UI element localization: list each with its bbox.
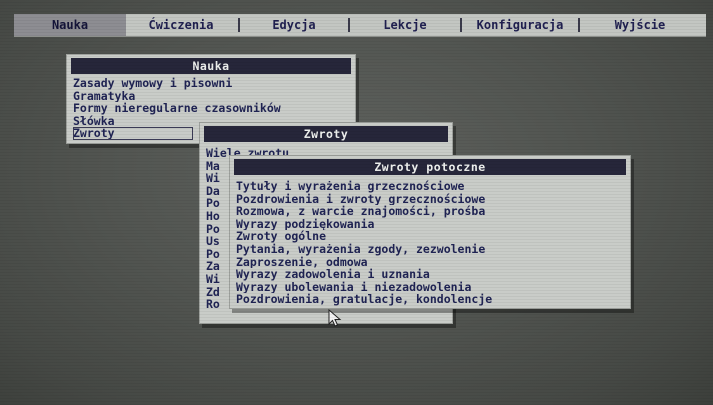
potoczne-option[interactable]: Rozmowa, z warcie znajomości, prośba [236,205,624,218]
menu-option-formy[interactable]: Formy nieregularne czasowników [73,102,349,115]
potoczne-option[interactable]: Pozdrowienia, gratulacje, kondolencje [236,293,624,306]
dos-screen: Nauka Ćwiczenia Edycja Lekcje Konfigurac… [0,0,713,405]
menu-option-gramatyka[interactable]: Gramatyka [73,90,349,103]
nauka-dropdown-title: Nauka [71,58,351,74]
mouse-pointer-icon [328,309,342,327]
potoczne-option[interactable]: Pozdrowienia i zwroty grzecznościowe [236,193,624,206]
menu-wyjscie[interactable]: Wyjście [582,14,698,36]
potoczne-option[interactable]: Tytuły i wyrażenia grzecznościowe [236,180,624,193]
zwroty-potoczne-list: Tytuły i wyrażenia grzecznościowe Pozdro… [236,180,624,306]
menu-option-zwroty[interactable]: Zwroty [73,127,193,140]
menu-separator [460,18,462,32]
menu-cwiczenia[interactable]: Ćwiczenia [126,14,236,36]
menu-konfiguracja[interactable]: Konfiguracja [464,14,576,36]
menu-separator [348,18,350,32]
potoczne-option[interactable]: Zwroty ogólne [236,230,624,243]
potoczne-option[interactable]: Pytania, wyrażenia zgody, zezwolenie [236,243,624,256]
potoczne-option[interactable]: Wyrazy podziękowania [236,218,624,231]
potoczne-option[interactable]: Wyrazy zadowolenia i uznania [236,268,624,281]
menu-nauka[interactable]: Nauka [14,14,126,36]
menu-separator [578,18,580,32]
menu-bar: Nauka Ćwiczenia Edycja Lekcje Konfigurac… [14,14,706,37]
zwroty-potoczne-title: Zwroty potoczne [234,159,626,175]
menu-separator [238,18,240,32]
menu-option-zasady[interactable]: Zasady wymowy i pisowni [73,77,349,90]
zwroty-potoczne-submenu: Zwroty potoczne Tytuły i wyrażenia grzec… [229,155,631,309]
potoczne-option[interactable]: Wyrazy ubolewania i niezadowolenia [236,281,624,294]
potoczne-option[interactable]: Zaproszenie, odmowa [236,256,624,269]
zwroty-submenu-title: Zwroty [204,126,448,142]
menu-lekcje[interactable]: Lekcje [352,14,458,36]
menu-edycja[interactable]: Edycja [242,14,346,36]
